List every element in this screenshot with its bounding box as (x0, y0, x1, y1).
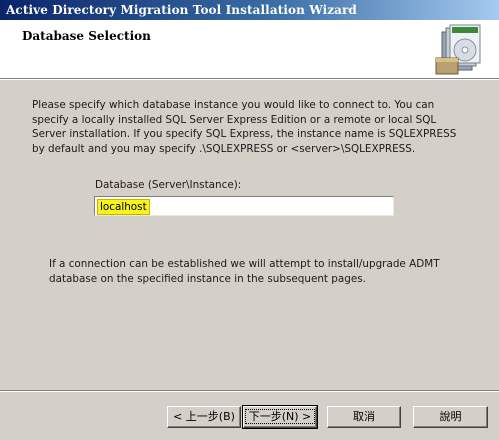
page-title: Database Selection (22, 29, 151, 43)
database-input-value: localhost (97, 199, 150, 215)
installer-box-icon (435, 24, 481, 75)
title-bar[interactable]: Active Directory Migration Tool Installa… (0, 0, 499, 20)
connection-note: If a connection can be established we wi… (49, 258, 440, 285)
back-button-label: < 上一步(B) (173, 410, 235, 423)
help-button[interactable]: 說明 (413, 406, 488, 428)
back-button[interactable]: < 上一步(B) (167, 406, 241, 428)
help-button-label: 說明 (439, 410, 462, 423)
description-text: Please specify which database instance y… (32, 99, 457, 155)
next-button-label: 下一步(N) > (244, 409, 316, 424)
cancel-button-label: 取消 (353, 410, 375, 423)
database-input[interactable]: localhost (94, 196, 394, 216)
footer-divider-highlight (0, 391, 499, 392)
header-divider-highlight (0, 79, 499, 80)
database-label: Database (Server\Instance): (95, 179, 242, 191)
wizard-header: Database Selection (0, 20, 499, 78)
cancel-button[interactable]: 取消 (327, 406, 401, 428)
window-title: Active Directory Migration Tool Installa… (6, 3, 357, 17)
next-button[interactable]: 下一步(N) > (242, 405, 318, 429)
